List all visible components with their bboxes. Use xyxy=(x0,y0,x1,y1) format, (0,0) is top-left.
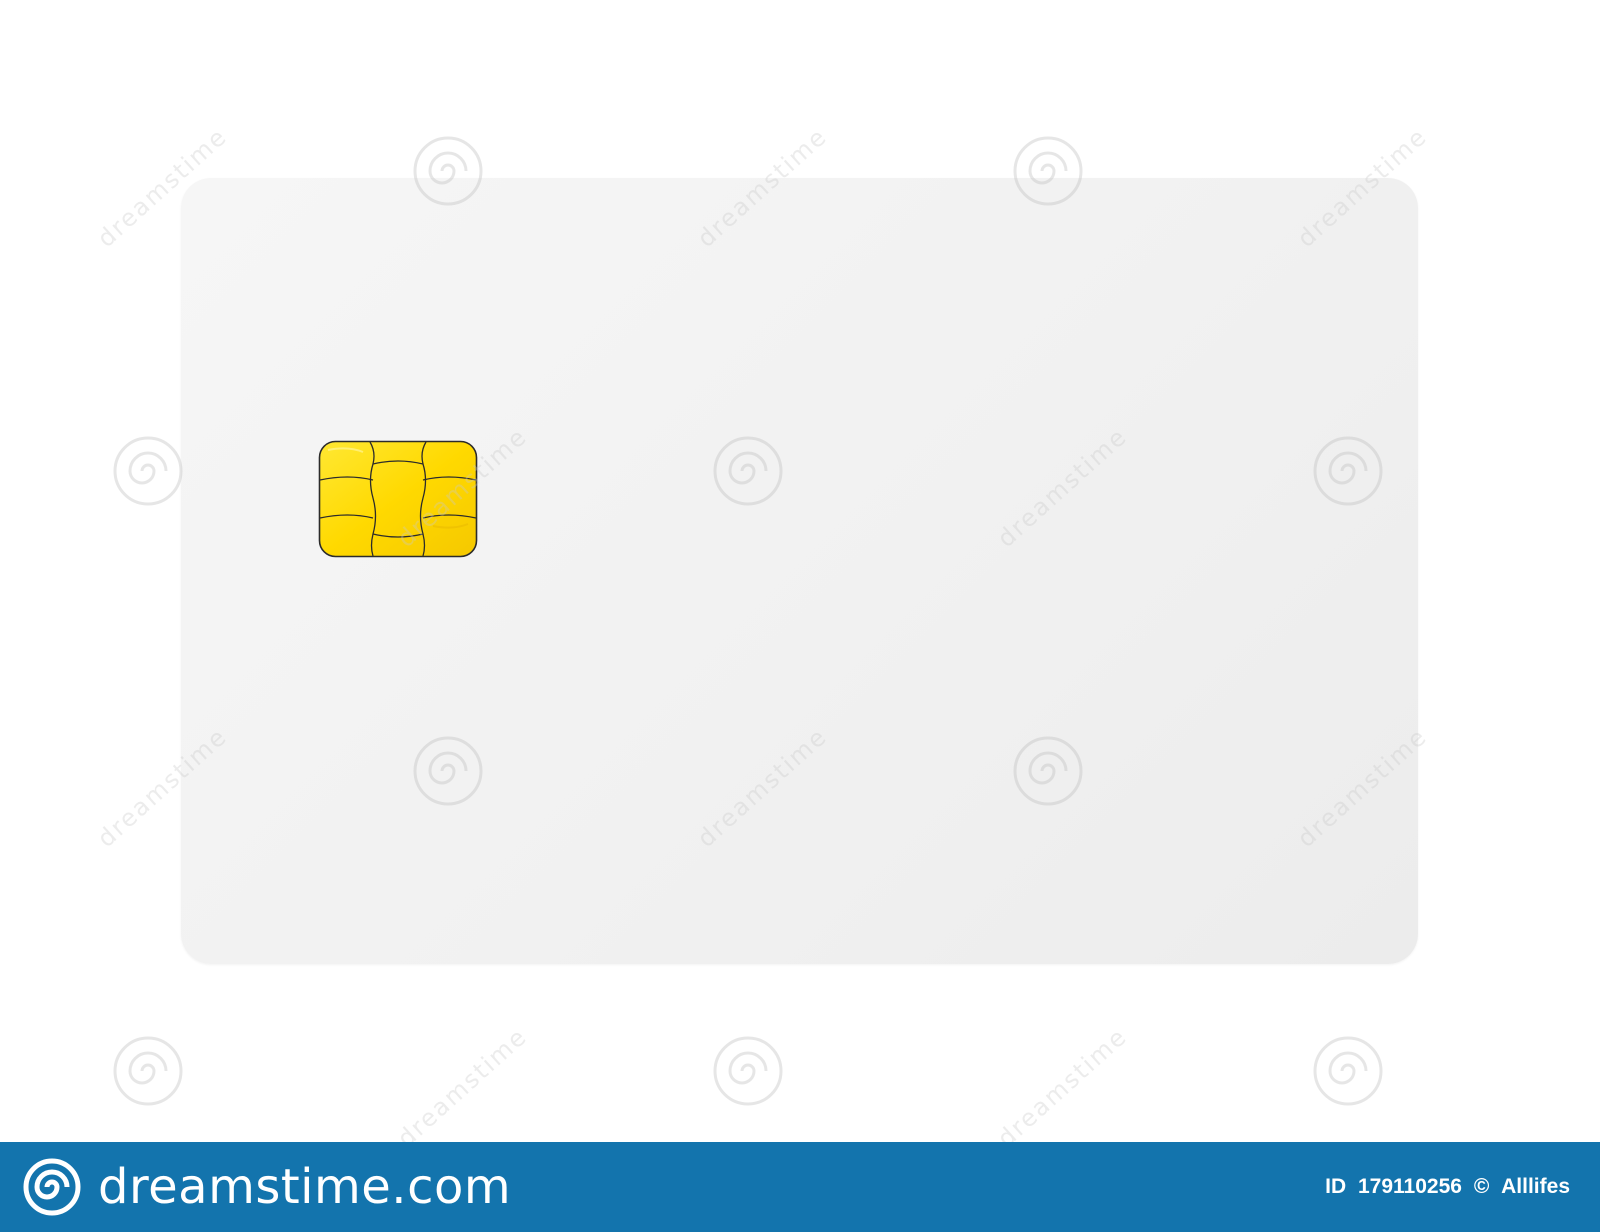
author-name: Alllifes xyxy=(1501,1175,1570,1198)
copyright-symbol: © xyxy=(1473,1175,1490,1198)
image-credit: ID 179110256 © Alllifes xyxy=(1325,1142,1570,1232)
id-label: ID xyxy=(1325,1175,1347,1198)
dreamstime-logo-text: dreamstime.com xyxy=(98,1159,512,1215)
watermark-text: dreamstime xyxy=(992,1022,1133,1153)
image-id: 179110256 xyxy=(1358,1175,1462,1198)
watermark-text: dreamstime xyxy=(392,1022,533,1153)
blank-smart-card xyxy=(181,178,1418,964)
watermark-swirl-icon xyxy=(113,436,183,506)
emv-chip-icon xyxy=(318,440,478,558)
photo-stage: dreamstime dreamstime dreamstime dreamst… xyxy=(0,0,1600,1153)
watermark-swirl-icon xyxy=(113,1036,183,1106)
watermark-swirl-icon xyxy=(1313,1036,1383,1106)
stock-footer-bar: dreamstime.com ID 179110256 © Alllifes xyxy=(0,1142,1600,1232)
dreamstime-swirl-icon xyxy=(23,1158,81,1216)
watermark-swirl-icon xyxy=(713,1036,783,1106)
